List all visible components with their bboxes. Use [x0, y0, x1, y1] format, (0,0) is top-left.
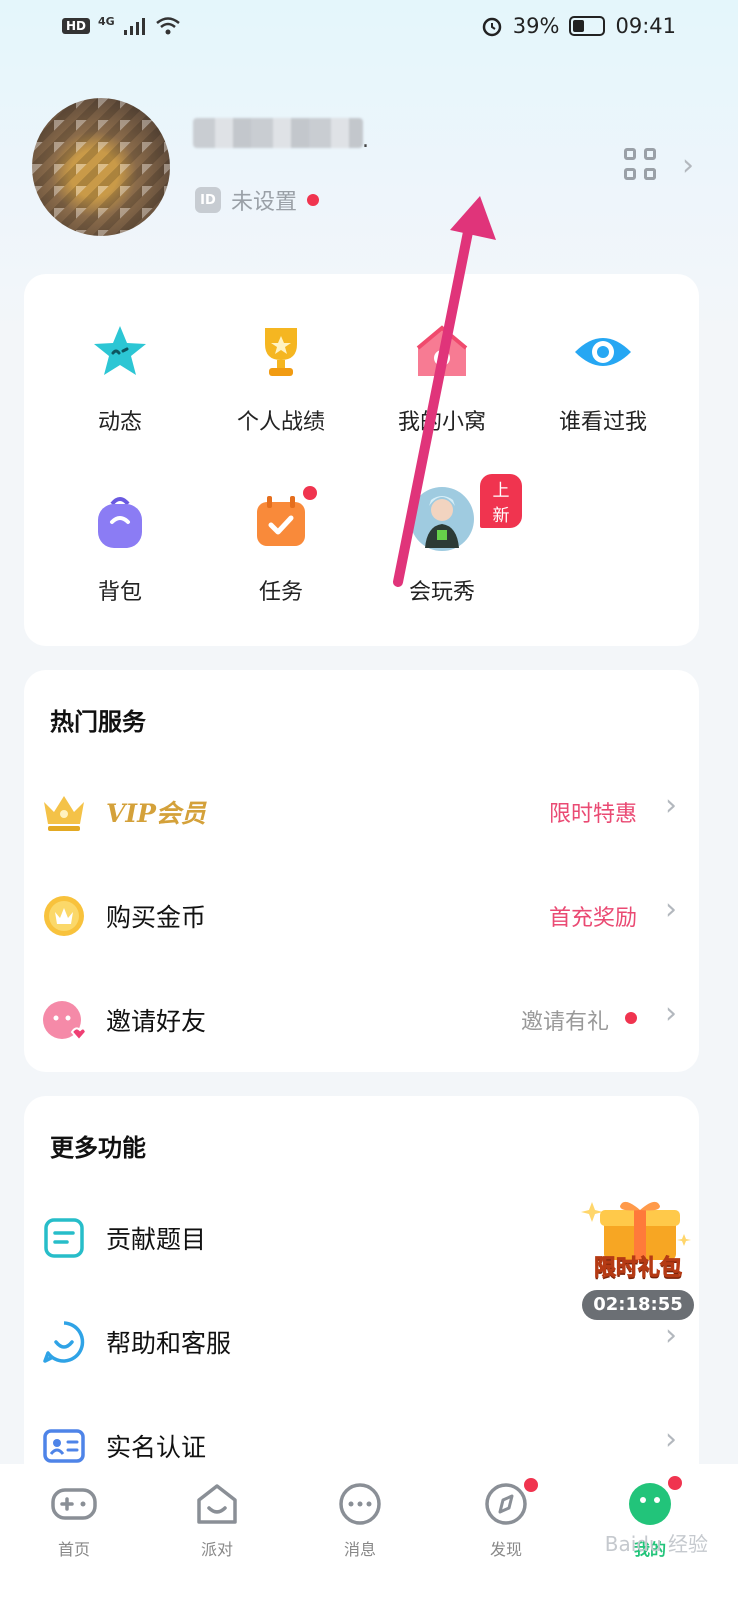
me-notification-dot [666, 1474, 684, 1492]
signal-icon [123, 18, 145, 35]
shortcut-dynamics[interactable]: 动态 [40, 322, 200, 436]
hot-services-card: 热门服务 VIP会员 限时特惠 › 购买金币 首充奖励 › 邀请好友 邀请有礼 … [24, 670, 699, 1072]
vip-row[interactable]: VIP会员 限时特惠 › [24, 770, 699, 850]
task-notification-dot [303, 486, 317, 500]
shortcut-label: 个人战绩 [236, 410, 325, 435]
shortcut-label: 会玩秀 [408, 580, 475, 605]
shortcut-my-home[interactable]: 我的小窝 [362, 322, 522, 436]
status-bar: HD 4G 39% 09:41 [0, 0, 738, 60]
nav-party[interactable]: 派对 [167, 1482, 267, 1560]
row-label: 实名认证 [106, 1433, 207, 1462]
row-label: 贡献题目 [106, 1225, 207, 1254]
shortcut-visitors[interactable]: 谁看过我 [523, 322, 683, 436]
row-label: 帮助和客服 [106, 1329, 232, 1358]
shortcut-label: 动态 [97, 410, 142, 435]
row-hint: 邀请有礼 [520, 1010, 609, 1035]
chevron-right-icon: › [665, 1422, 677, 1457]
smile-chat-icon [42, 1320, 86, 1364]
crown-icon [42, 790, 86, 834]
username-suffix: . [362, 128, 369, 153]
shortcut-tasks[interactable]: 任务 [201, 486, 361, 606]
row-label: VIP会员 [106, 799, 206, 828]
battery-icon [569, 16, 606, 36]
row-hint: 首充奖励 [548, 906, 637, 931]
nav-discover[interactable]: 发现 [456, 1476, 556, 1560]
clock: 09:41 [615, 14, 676, 38]
user-id-value: 未设置 [231, 190, 298, 215]
network-type: 4G [98, 14, 115, 28]
hd-icon: HD [62, 18, 91, 34]
document-icon [42, 1216, 86, 1260]
battery-percent: 39% [512, 14, 560, 38]
nav-label: 首页 [57, 1540, 90, 1559]
discover-notification-dot [522, 1476, 540, 1494]
id-icon: ID [195, 187, 221, 213]
gift-label: 限时礼包 [593, 1256, 682, 1282]
shortcut-card: 动态 个人战绩 我的小窝 谁看过我 背包 任务 上新 会玩秀 [24, 274, 699, 646]
shortcut-label: 背包 [97, 580, 142, 605]
id-card-icon [42, 1424, 86, 1468]
avatar-show-icon [409, 486, 475, 552]
status-left: HD 4G [62, 14, 181, 36]
avatar[interactable] [32, 98, 170, 236]
compass-icon [482, 1476, 540, 1526]
nav-label: 发现 [489, 1540, 522, 1559]
gift-countdown: 02:18:55 [582, 1290, 694, 1320]
profile-chevron-icon[interactable]: › [682, 148, 694, 183]
wifi-icon [155, 17, 180, 35]
qr-code-icon[interactable] [624, 148, 660, 184]
star-icon [90, 322, 150, 382]
shortcut-stats[interactable]: 个人战绩 [201, 322, 361, 436]
chevron-right-icon: › [665, 1318, 677, 1353]
message-icon [336, 1482, 384, 1526]
shortcut-backpack[interactable]: 背包 [40, 492, 200, 606]
new-badge: 上新 [480, 474, 522, 528]
shortcut-label: 我的小窝 [397, 410, 486, 435]
chevron-right-icon: › [665, 788, 677, 823]
user-id-row[interactable]: ID 未设置 [195, 184, 320, 216]
alarm-icon [482, 17, 502, 37]
coin-icon [42, 894, 86, 938]
backpack-icon [90, 492, 150, 552]
me-icon [626, 1474, 684, 1526]
nav-label: 派对 [200, 1540, 233, 1559]
row-hint: 限时特惠 [548, 802, 637, 827]
notification-dot [307, 194, 320, 206]
eye-icon [573, 322, 633, 382]
trophy-icon [251, 322, 311, 382]
nav-home[interactable]: 首页 [24, 1482, 124, 1560]
buy-coins-row[interactable]: 购买金币 首充奖励 › [24, 874, 699, 954]
shortcut-show[interactable]: 上新 会玩秀 [362, 474, 522, 606]
shortcut-label: 任务 [258, 580, 303, 605]
watermark: Baidu 经验 [604, 1532, 708, 1556]
gamepad-icon [50, 1482, 98, 1526]
nav-messages[interactable]: 消息 [310, 1482, 410, 1560]
section-title: 热门服务 [50, 708, 146, 736]
row-label: 购买金币 [106, 903, 207, 932]
invite-friends-row[interactable]: 邀请好友 邀请有礼 › [24, 978, 699, 1058]
row-label: 邀请好友 [106, 1007, 207, 1036]
party-icon [193, 1482, 241, 1526]
section-title: 更多功能 [50, 1134, 146, 1162]
chevron-right-icon: › [665, 892, 677, 927]
status-right: 39% 09:41 [481, 14, 676, 38]
limited-gift-widget[interactable]: 限时礼包 02:18:55 [580, 1196, 696, 1322]
house-icon [412, 322, 472, 382]
nav-label: 消息 [343, 1540, 376, 1559]
calendar-check-icon [251, 486, 317, 552]
shortcut-label: 谁看过我 [558, 410, 647, 435]
invite-friend-icon [42, 998, 88, 1042]
chevron-right-icon: › [665, 996, 677, 1031]
invite-notification-dot [625, 1012, 637, 1024]
username-blurred[interactable] [193, 118, 363, 148]
